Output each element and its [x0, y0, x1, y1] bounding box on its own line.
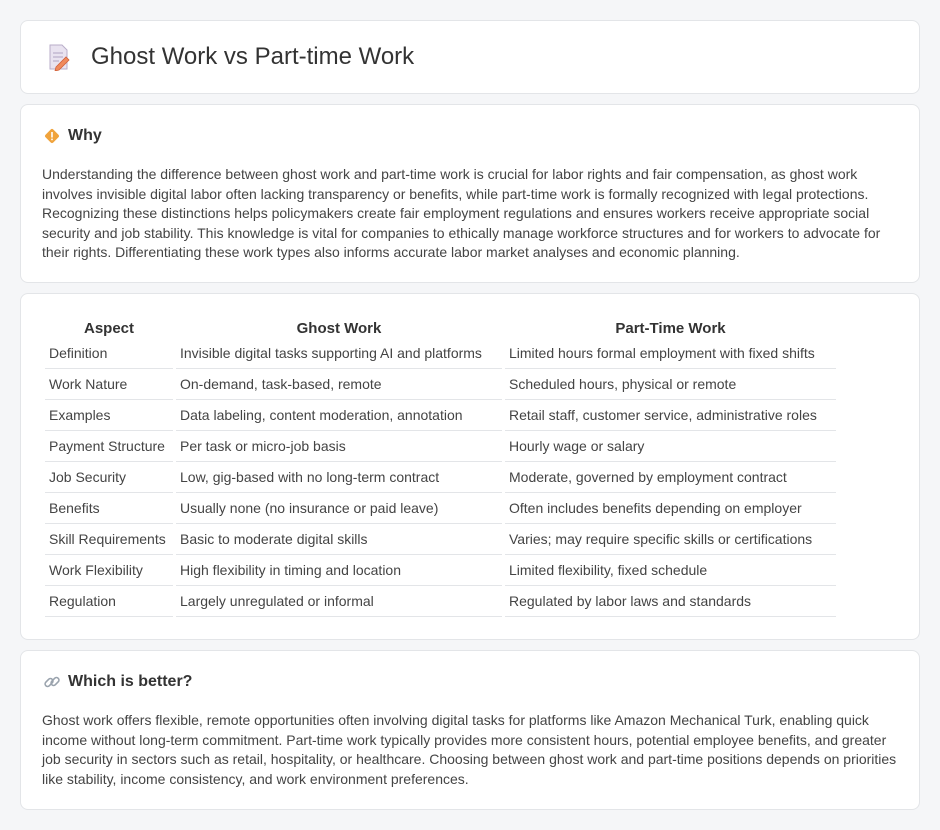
ghost-work-cell: Low, gig-based with no long-term contrac…	[176, 462, 502, 493]
table-row: Regulation Largely unregulated or inform…	[45, 586, 836, 617]
aspect-cell: Work Flexibility	[45, 555, 173, 586]
table-row: Benefits Usually none (no insurance or p…	[45, 493, 836, 524]
part-time-cell: Retail staff, customer service, administ…	[505, 400, 836, 431]
header-part-time-work: Part-Time Work	[615, 320, 726, 337]
aspect-cell: Work Nature	[45, 369, 173, 400]
table-row: Work Nature On-demand, task-based, remot…	[45, 369, 836, 400]
ghost-work-cell: Largely unregulated or informal	[176, 586, 502, 617]
part-time-cell: Varies; may require specific skills or c…	[505, 524, 836, 555]
aspect-cell: Regulation	[45, 586, 173, 617]
part-time-cell: Regulated by labor laws and standards	[505, 586, 836, 617]
page-title: Ghost Work vs Part-time Work	[91, 43, 415, 70]
table-row: Work Flexibility High flexibility in tim…	[45, 555, 836, 586]
aspect-cell: Examples	[45, 400, 173, 431]
table-row: Job Security Low, gig-based with no long…	[45, 462, 836, 493]
aspect-cell: Payment Structure	[45, 431, 173, 462]
why-title: Why	[68, 127, 102, 144]
document-pencil-icon	[49, 44, 70, 71]
better-title: Which is better?	[68, 673, 193, 690]
aspect-cell: Skill Requirements	[45, 524, 173, 555]
part-time-cell: Often includes benefits depending on emp…	[505, 493, 836, 524]
part-time-cell: Limited hours formal employment with fix…	[505, 338, 836, 369]
which-is-better-section: Which is better? Ghost work offers flexi…	[20, 650, 920, 810]
ghost-work-cell: Per task or micro-job basis	[176, 431, 502, 462]
table-header-row: Aspect Ghost Work Part-Time Work	[45, 316, 836, 338]
ghost-work-cell: Invisible digital tasks supporting AI an…	[176, 338, 502, 369]
ghost-work-cell: High flexibility in timing and location	[176, 555, 502, 586]
ghost-work-cell: Usually none (no insurance or paid leave…	[176, 493, 502, 524]
better-heading: Which is better?	[43, 673, 192, 691]
ghost-work-cell: Basic to moderate digital skills	[176, 524, 502, 555]
why-section: Why Understanding the difference between…	[20, 104, 920, 283]
link-icon	[44, 676, 60, 688]
table-row: Skill Requirements Basic to moderate dig…	[45, 524, 836, 555]
page-header: Ghost Work vs Part-time Work	[47, 43, 414, 71]
aspect-cell: Benefits	[45, 493, 173, 524]
part-time-cell: Hourly wage or salary	[505, 431, 836, 462]
table-row: Payment Structure Per task or micro-job …	[45, 431, 836, 462]
aspect-cell: Job Security	[45, 462, 173, 493]
part-time-cell: Moderate, governed by employment contrac…	[505, 462, 836, 493]
table-row: Examples Data labeling, content moderati…	[45, 400, 836, 431]
why-text: Understanding the difference between gho…	[42, 166, 881, 261]
header-ghost-work: Ghost Work	[296, 320, 382, 337]
part-time-cell: Limited flexibility, fixed schedule	[505, 555, 836, 586]
aspect-cell: Definition	[45, 338, 173, 369]
table-row: Definition Invisible digital tasks suppo…	[45, 338, 836, 369]
diamond-warning-icon	[45, 129, 59, 143]
part-time-cell: Scheduled hours, physical or remote	[505, 369, 836, 400]
comparison-section: Aspect Ghost Work Part-Time Work Definit…	[20, 293, 920, 640]
ghost-work-cell: Data labeling, content moderation, annot…	[176, 400, 502, 431]
ghost-work-cell: On-demand, task-based, remote	[176, 369, 502, 400]
comparison-table: Aspect Ghost Work Part-Time Work Definit…	[42, 316, 839, 617]
better-text: Ghost work offers flexible, remote oppor…	[42, 712, 897, 787]
header-card: Ghost Work vs Part-time Work	[20, 20, 920, 94]
why-heading: Why	[43, 127, 102, 145]
header-aspect: Aspect	[83, 320, 135, 337]
